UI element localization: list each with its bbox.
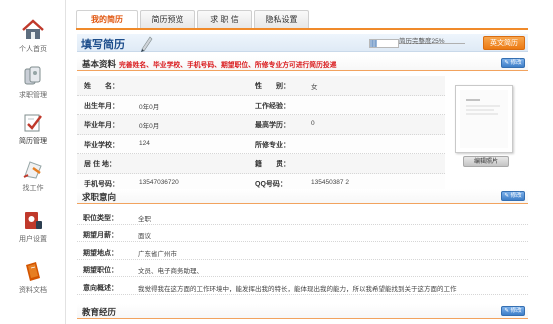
table-row: 期望职位： 文员、电子商务助理、 <box>77 260 528 277</box>
field-label: 居 住 地： <box>84 161 116 169</box>
sidebar: 个人首页 求职管理 简历管理 找工作 用户设置 资料文档 <box>0 0 66 324</box>
table-row: 毕业学校： 124 所修专业： <box>77 134 445 155</box>
table-row: 居 住 地： 籍 贯： <box>77 154 445 174</box>
edit-photo-button[interactable]: 编辑照片 <box>463 156 509 167</box>
field-label: 所修专业： <box>255 141 290 149</box>
field-value: 0年0月 <box>139 123 160 131</box>
field-label: 毕业学校： <box>84 141 119 149</box>
section-title: 求职意向 <box>82 192 117 202</box>
user-settings-icon <box>25 212 42 229</box>
education-header: 教育经历 ✎ 修改 <box>77 304 528 319</box>
field-value: 文员、电子商务助理、 <box>138 268 203 275</box>
document-thumbnail-icon <box>466 99 500 115</box>
field-label: 期望地点： <box>83 250 118 257</box>
tab-privacy-settings[interactable]: 隐私设置 <box>254 10 309 29</box>
field-label: 意向概述： <box>83 285 118 292</box>
sidebar-item-label: 找工作 <box>22 185 44 192</box>
sidebar-item-home[interactable]: 个人首页 <box>0 18 66 54</box>
sidebar-item-label: 个人首页 <box>19 46 47 53</box>
field-label: 性 别： <box>255 83 290 90</box>
resume-header: 填写简历 简历完整度25% 英文简历 <box>77 34 528 52</box>
edit-education-button[interactable]: ✎ 修改 <box>501 306 525 316</box>
table-row: 职位类型： 全职 <box>77 208 528 225</box>
sidebar-item-user-settings[interactable]: 用户设置 <box>0 208 66 244</box>
basic-info-header: 基本资料 完善姓名、毕业学校、手机号码、期望职位、所修专业方可进行简历投递 ✎ … <box>77 56 528 71</box>
field-value: 135450387 2 <box>311 178 349 186</box>
table-row: 意向概述： 我觉得我在这方面的工作环境中，能发挥出我的特长，能体现出我的能力，所… <box>77 278 528 295</box>
field-label: 手机号码： <box>84 180 119 188</box>
home-icon <box>22 19 44 39</box>
job-intent-header: 求职意向 ✎ 修改 <box>77 189 528 204</box>
field-value: 全职 <box>138 216 151 223</box>
field-label: 籍 贯： <box>255 161 290 169</box>
sidebar-item-resume[interactable]: 简历管理 <box>0 110 66 146</box>
section-title: 基本资料 <box>82 59 117 69</box>
field-value: 0年0月 <box>139 103 160 111</box>
edit-label: 修改 <box>510 60 522 66</box>
sidebar-item-label: 资料文档 <box>19 287 47 294</box>
sidebar-item-find-job[interactable]: 找工作 <box>0 157 66 193</box>
progress-fill <box>370 40 377 47</box>
field-value: 面议 <box>138 233 151 240</box>
field-value: 13547036720 <box>139 178 179 186</box>
field-label: QQ号码： <box>255 180 287 188</box>
table-row: 毕业年月： 0年0月 最高学历： 0 <box>77 115 445 135</box>
field-value: 我觉得我在这方面的工作环境中，能发挥出我的特长，能体现出我的能力，所以我希望能找… <box>138 286 457 293</box>
sidebar-item-label: 求职管理 <box>19 92 47 99</box>
sidebar-item-label: 简历管理 <box>19 138 47 145</box>
field-value: 广东省广州市 <box>138 251 177 258</box>
table-row: 期望月薪： 面议 <box>77 225 528 242</box>
resume-icon <box>24 114 42 132</box>
table-row: 姓 名： 性 别： 女 <box>77 76 445 96</box>
tab-my-resume[interactable]: 我的简历 <box>76 10 138 30</box>
completeness-progress: 简历完整度25% <box>369 37 477 49</box>
progress-bar <box>369 39 399 48</box>
field-label: 最高学历： <box>255 122 290 130</box>
field-label: 毕业年月： <box>84 122 119 130</box>
tab-cover-letter[interactable]: 求 职 信 <box>197 10 252 29</box>
pen-icon <box>141 36 153 52</box>
required-note: 完善姓名、毕业学校、手机号码、期望职位、所修专业方可进行简历投递 <box>119 62 337 69</box>
sidebar-item-jobs[interactable]: 求职管理 <box>0 64 66 100</box>
basic-info-table: 姓 名： 性 别： 女 出生年月： 0年0月 工作经验： 毕业年月： 0年0月 … <box>77 76 445 194</box>
sidebar-item-documents[interactable]: 资料文档 <box>0 259 66 295</box>
tab-resume-preview[interactable]: 简历预览 <box>140 10 195 29</box>
edit-label: 修改 <box>510 193 522 199</box>
job-intent-section: 求职意向 ✎ 修改 <box>77 189 528 204</box>
tab-divider <box>76 28 528 30</box>
field-label: 工作经验： <box>255 102 290 110</box>
field-label: 期望月薪： <box>83 232 118 239</box>
english-resume-button[interactable]: 英文简历 <box>483 36 525 50</box>
photo-placeholder <box>460 90 508 148</box>
basic-info-section: 基本资料 完善姓名、毕业学校、手机号码、期望职位、所修专业方可进行简历投递 ✎ … <box>77 56 528 71</box>
search-job-icon <box>23 161 42 179</box>
field-label: 职位类型： <box>83 215 118 222</box>
field-value: 0 <box>311 120 315 128</box>
sidebar-item-label: 用户设置 <box>19 236 47 243</box>
progress-text: 简历完整度25% <box>399 38 445 45</box>
resume-photo <box>455 85 513 153</box>
page-title: 填写简历 <box>81 38 125 51</box>
education-section: 教育经历 ✎ 修改 <box>77 304 528 319</box>
field-label: 出生年月： <box>84 102 119 110</box>
edit-basic-button[interactable]: ✎ 修改 <box>501 58 525 68</box>
edit-intent-button[interactable]: ✎ 修改 <box>501 191 525 201</box>
field-value: 女 <box>311 84 318 91</box>
document-icon <box>26 262 40 281</box>
field-label: 姓 名： <box>84 83 119 90</box>
table-row: 期望地点： 广东省广州市 <box>77 243 528 260</box>
table-row: 出生年月： 0年0月 工作经验： <box>77 95 445 116</box>
briefcase-icon <box>24 66 41 85</box>
section-title: 教育经历 <box>82 307 117 317</box>
edit-label: 修改 <box>510 308 522 314</box>
field-label: 期望职位： <box>83 267 118 274</box>
field-value: 124 <box>139 139 150 147</box>
